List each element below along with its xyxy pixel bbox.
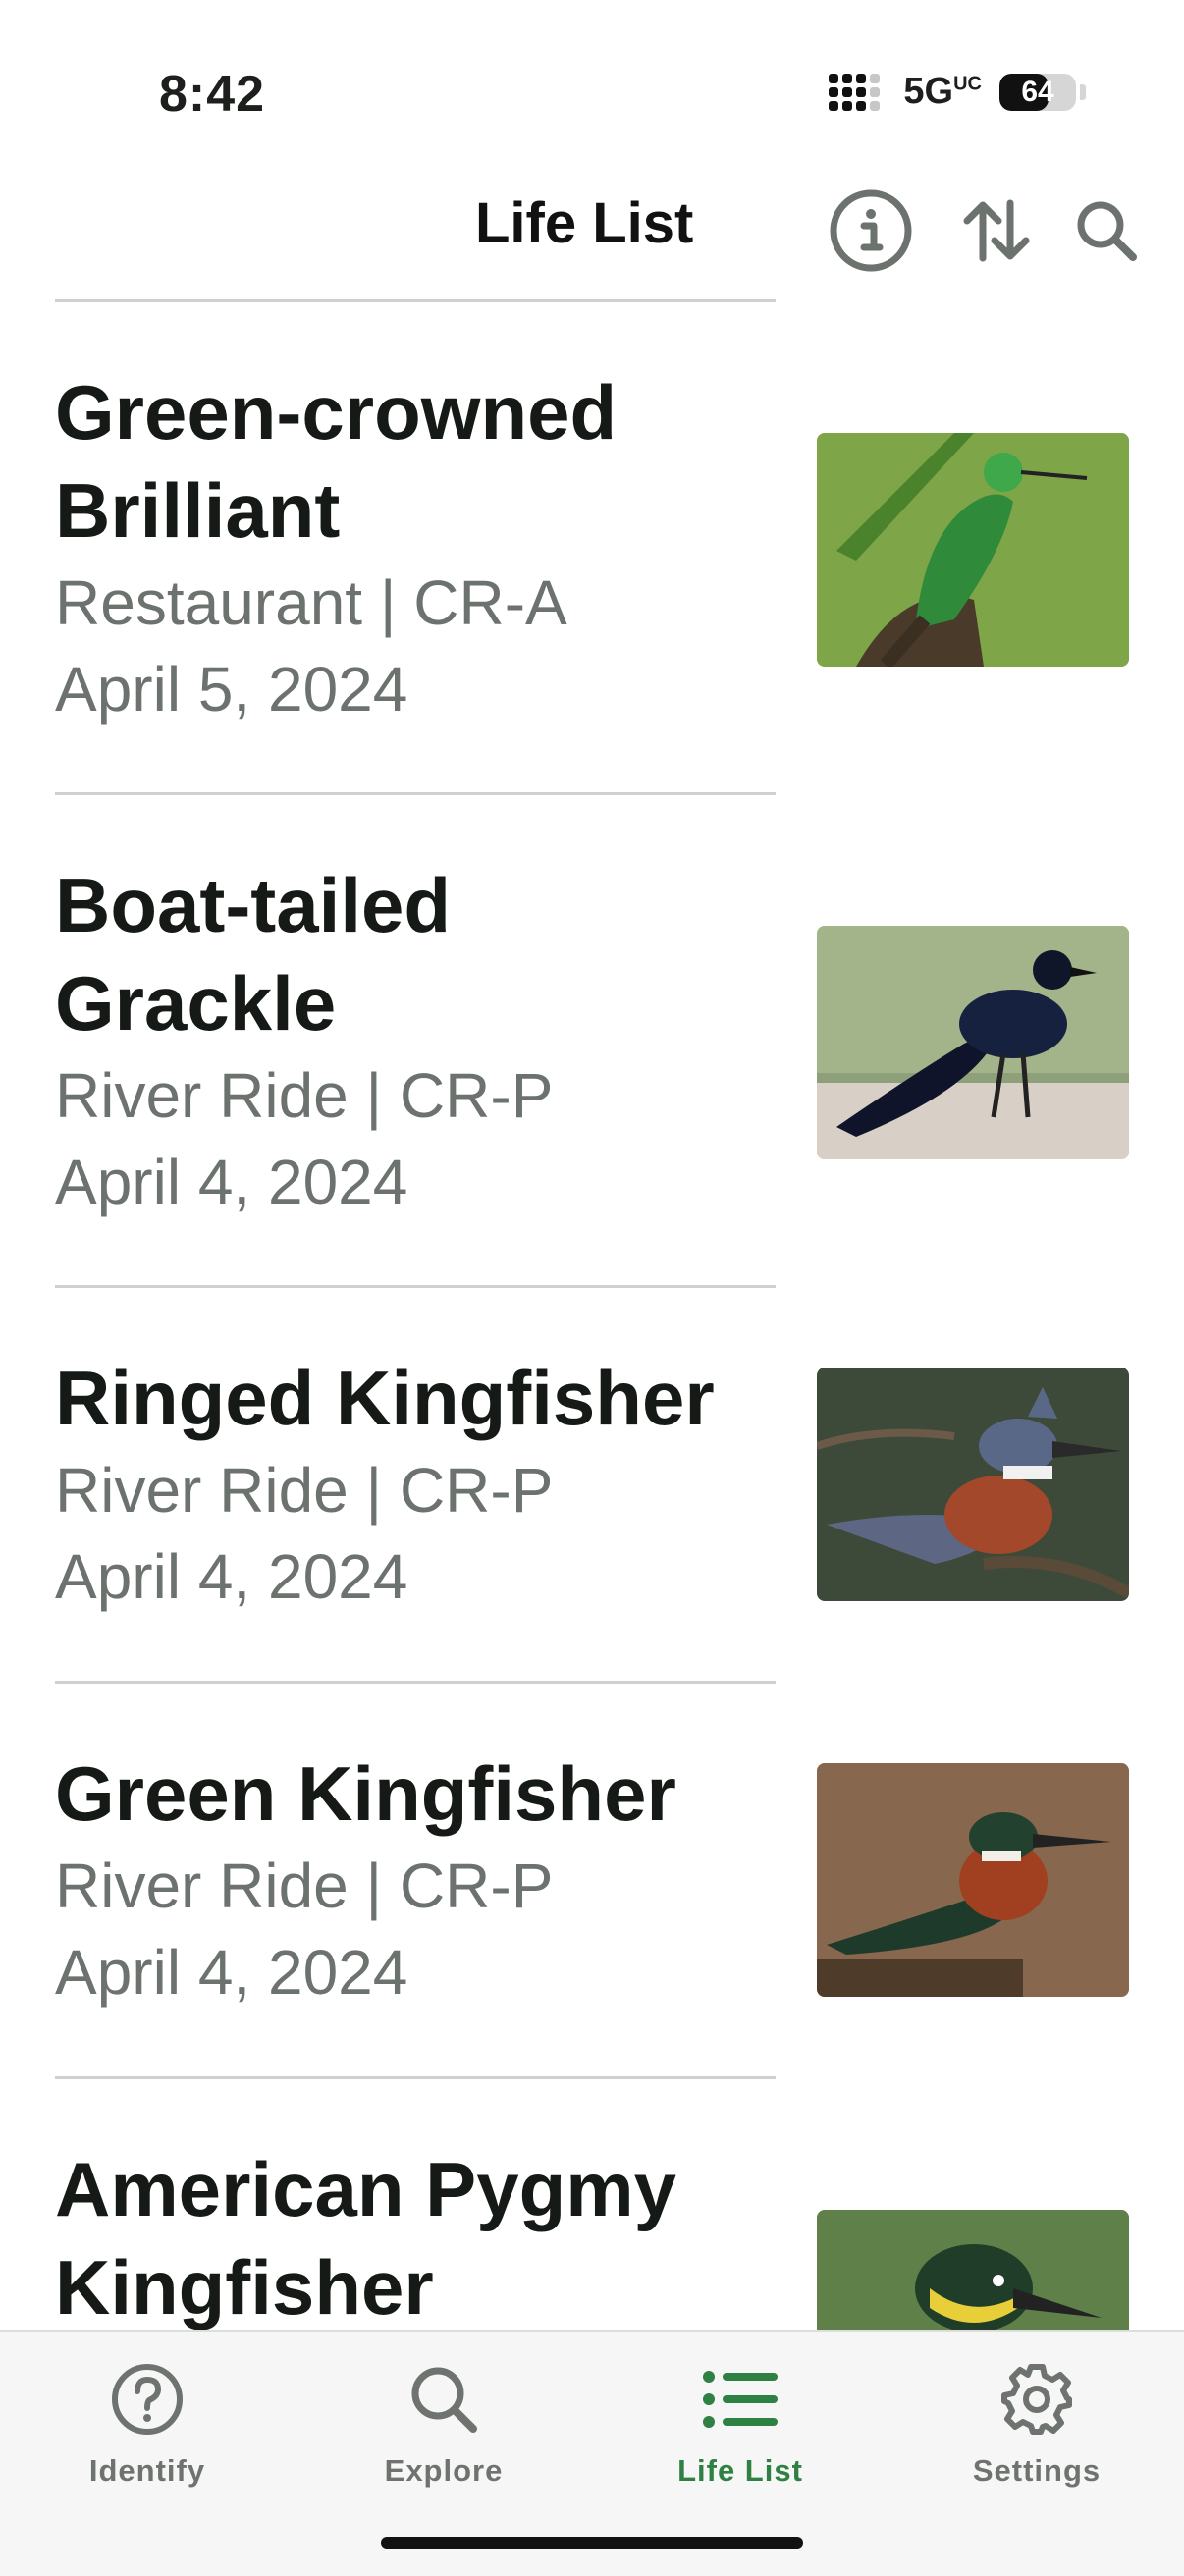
battery-icon: 64 bbox=[999, 73, 1076, 111]
status-bar: 8:42 5GUC 64 bbox=[0, 0, 1184, 177]
info-button[interactable] bbox=[827, 187, 915, 275]
bird-photo bbox=[817, 433, 1129, 667]
tab-identify[interactable]: Identify bbox=[39, 2345, 255, 2489]
gear-icon bbox=[1001, 2364, 1072, 2435]
list-item[interactable]: Boat-tailed Grackle River Ride | CR-P Apr… bbox=[55, 792, 1129, 1285]
tab-life-list[interactable]: Life List bbox=[632, 2345, 848, 2489]
info-icon bbox=[830, 189, 912, 272]
bird-photo bbox=[817, 1368, 1129, 1601]
list-item[interactable]: Ringed Kingfisher River Ride | CR-P Apri… bbox=[55, 1285, 1129, 1681]
species-name: Boat-tailed Grackle bbox=[55, 862, 452, 1046]
sighting-location: River Ride | CR-P bbox=[55, 1060, 554, 1131]
species-name: Green-crowned Brilliant bbox=[55, 369, 618, 554]
page-title: Life List bbox=[475, 191, 694, 255]
list-icon bbox=[703, 2371, 778, 2428]
tab-identify-label: Identify bbox=[88, 2453, 206, 2488]
battery-tip bbox=[1080, 83, 1086, 100]
nav-header: Life List bbox=[0, 177, 1184, 304]
status-icons: 5GUC 64 bbox=[829, 71, 1086, 113]
home-indicator bbox=[381, 2537, 803, 2549]
sighting-date: April 4, 2024 bbox=[55, 1937, 408, 2008]
sighting-location: River Ride | CR-P bbox=[55, 1455, 554, 1526]
network-type: 5GUC bbox=[903, 71, 982, 112]
search-icon bbox=[411, 2367, 477, 2433]
status-time: 8:42 bbox=[159, 66, 266, 123]
list-item-text: Green-crowned Brilliant Restaurant | CR-A… bbox=[55, 302, 776, 732]
list-item[interactable]: Green-crowned Brilliant Restaurant | CR-A… bbox=[55, 299, 1129, 792]
list-item[interactable]: Green Kingfisher River Ride | CR-P April… bbox=[55, 1681, 1129, 2076]
bird-photo bbox=[817, 2210, 1129, 2330]
species-name: Ringed Kingfisher bbox=[55, 1355, 715, 1441]
search-icon bbox=[1077, 201, 1137, 261]
species-name: American Pygmy Kingfisher bbox=[55, 2146, 676, 2330]
sighting-date: April 4, 2024 bbox=[55, 1147, 408, 1217]
bird-photo bbox=[817, 1763, 1129, 1997]
cellular-signal-icon bbox=[829, 73, 886, 111]
list-item-text: Ringed Kingfisher River Ride | CR-P Apri… bbox=[55, 1288, 776, 1620]
question-circle-icon bbox=[112, 2364, 183, 2435]
sighting-location: River Ride | CR-P bbox=[55, 1851, 554, 1921]
list-item[interactable]: American Pygmy Kingfisher bbox=[55, 2076, 1129, 2330]
sighting-date: April 5, 2024 bbox=[55, 654, 408, 724]
species-name: Green Kingfisher bbox=[55, 1750, 676, 1837]
life-list: Green-crowned Brilliant Restaurant | CR-A… bbox=[0, 299, 1184, 2330]
sort-icon bbox=[963, 199, 1030, 262]
battery-level: 64 bbox=[1021, 75, 1054, 108]
bird-photo bbox=[817, 926, 1129, 1159]
tab-settings-label: Settings bbox=[972, 2453, 1102, 2488]
list-item-text: Green Kingfisher River Ride | CR-P April… bbox=[55, 1684, 776, 2015]
tab-settings[interactable]: Settings bbox=[929, 2345, 1145, 2489]
sighting-location: Restaurant | CR-A bbox=[55, 567, 567, 638]
tab-explore-label: Explore bbox=[384, 2453, 504, 2488]
sort-button[interactable] bbox=[952, 187, 1041, 275]
search-button[interactable] bbox=[1062, 187, 1151, 275]
sighting-date: April 4, 2024 bbox=[55, 1541, 408, 1612]
list-item-text: Boat-tailed Grackle River Ride | CR-P Apr… bbox=[55, 795, 776, 1225]
list-item-text: American Pygmy Kingfisher bbox=[55, 2079, 776, 2330]
tab-explore[interactable]: Explore bbox=[336, 2345, 552, 2489]
tab-life-list-label: Life List bbox=[677, 2453, 803, 2488]
